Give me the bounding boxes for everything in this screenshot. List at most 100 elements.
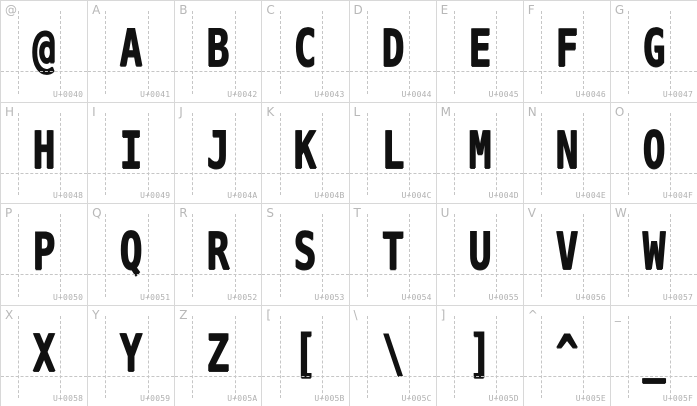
metric-guide-vertical: [192, 112, 194, 195]
baseline-guide: [436, 71, 523, 72]
glyph-cell[interactable]: J J U+004A: [174, 101, 262, 203]
glyph-cell[interactable]: L L U+004C: [348, 101, 436, 203]
glyph-cell[interactable]: Q Q U+0051: [87, 203, 175, 305]
glyph-cell[interactable]: C C U+0043: [261, 0, 349, 102]
baseline-guide: [1, 71, 88, 72]
glyph-cell[interactable]: T T U+0054: [348, 203, 436, 305]
glyph-char-label: N: [527, 104, 537, 119]
glyph-preview: V: [555, 222, 579, 282]
glyph-cell[interactable]: Z Z U+005A: [174, 304, 262, 406]
metric-guide-vertical: [60, 214, 62, 297]
glyph-char-label: L: [353, 104, 361, 119]
metric-guide-vertical: [234, 112, 236, 195]
glyph-char-label: C: [266, 3, 275, 17]
metric-guide-vertical: [583, 315, 585, 398]
glyph-cell[interactable]: B B U+0042: [174, 0, 262, 102]
glyph-cell[interactable]: P P U+0050: [0, 203, 88, 305]
baseline-guide: [88, 274, 175, 275]
glyph-codepoint: U+0041: [140, 89, 171, 99]
glyph-cell[interactable]: O O U+004F: [609, 101, 697, 203]
glyph-cell[interactable]: ]] U+005D: [435, 304, 523, 406]
glyph-preview: ]: [468, 323, 491, 384]
metric-guide-vertical: [670, 214, 672, 297]
metric-guide-vertical: [366, 11, 368, 94]
metric-guide-vertical: [628, 112, 630, 195]
glyph-cell[interactable]: U U U+0055: [435, 203, 523, 305]
metric-guide-vertical: [18, 112, 20, 195]
glyph-char-label: ]: [440, 307, 446, 322]
metric-guide-vertical: [670, 315, 672, 398]
metric-guide-vertical: [496, 315, 498, 398]
metric-guide-vertical: [18, 11, 20, 94]
glyph-cell[interactable]: ^ ^ U+005E: [522, 304, 610, 406]
glyph-cell[interactable]: _ _ U+005F: [609, 304, 697, 406]
glyph-codepoint: U+0043: [314, 89, 345, 99]
glyph-char-label: D: [353, 3, 363, 17]
glyph-cell[interactable]: Y Y U+0059: [87, 304, 175, 406]
glyph-char-label: X: [5, 307, 14, 322]
metric-guide-vertical: [670, 11, 672, 94]
glyph-codepoint: U+004F: [662, 191, 693, 200]
glyph-cell[interactable]: D D U+0044: [348, 0, 436, 102]
metric-guide-vertical: [279, 112, 281, 195]
glyph-char-label: U: [440, 206, 450, 220]
glyph-cell[interactable]: S S U+0053: [261, 203, 349, 305]
glyph-cell[interactable]: V V U+0056: [522, 203, 610, 305]
metric-guide-vertical: [321, 315, 323, 398]
glyph-preview: F: [555, 19, 579, 79]
glyph-char-label: V: [527, 206, 536, 220]
metric-guide-vertical: [321, 11, 323, 94]
metric-guide-vertical: [192, 315, 194, 398]
glyph-cell[interactable]: \ \ U+005C: [348, 304, 436, 406]
glyph-cell[interactable]: @ @ U+0040: [0, 0, 88, 102]
glyph-codepoint: U+0040: [53, 89, 84, 99]
baseline-guide: [88, 375, 175, 377]
glyph-codepoint: U+0049: [140, 191, 171, 200]
baseline-guide: [610, 71, 697, 72]
glyph-codepoint: U+0052: [227, 292, 258, 302]
glyph-codepoint: U+0053: [314, 292, 345, 302]
glyph-cell[interactable]: G G U+0047: [609, 0, 697, 102]
glyph-cell[interactable]: F F U+0046: [522, 0, 610, 102]
glyph-preview: Q: [119, 222, 143, 282]
metric-guide-vertical: [60, 315, 62, 398]
glyph-cell[interactable]: W W U+0057: [609, 203, 697, 305]
glyph-cell[interactable]: N N U+004E: [522, 101, 610, 203]
glyph-codepoint: U+005B: [314, 394, 345, 403]
glyph-preview: S: [294, 222, 317, 282]
glyph-cell[interactable]: I I U+0049: [87, 101, 175, 203]
glyph-codepoint: U+004E: [575, 191, 606, 200]
metric-guide-vertical: [321, 112, 323, 195]
glyph-preview: H: [32, 120, 56, 181]
glyph-char-label: M: [440, 104, 451, 119]
metric-guide-vertical: [279, 214, 281, 297]
glyph-cell[interactable]: X X U+0058: [0, 304, 88, 406]
glyph-cell[interactable]: H H U+0048: [0, 101, 88, 203]
glyph-cell[interactable]: K K U+004B: [261, 101, 349, 203]
metric-guide-vertical: [105, 11, 107, 94]
baseline-guide: [175, 375, 262, 377]
glyph-preview: R: [207, 222, 230, 282]
glyph-cell[interactable]: E E U+0045: [435, 0, 523, 102]
glyph-codepoint: U+0046: [575, 89, 606, 99]
metric-guide-vertical: [192, 214, 194, 297]
metric-guide-vertical: [234, 315, 236, 398]
baseline-guide: [436, 172, 523, 174]
glyph-cell[interactable]: [[U+005B: [261, 304, 349, 406]
glyph-preview: C: [294, 19, 317, 79]
glyph-cell[interactable]: A A U+0041: [87, 0, 175, 102]
metric-guide-vertical: [366, 112, 368, 195]
glyph-preview: W: [642, 222, 666, 282]
glyph-cell[interactable]: R R U+0052: [174, 203, 262, 305]
baseline-guide: [523, 375, 610, 377]
metric-guide-vertical: [583, 112, 585, 195]
glyph-char-label: T: [353, 206, 361, 220]
glyph-preview: L: [381, 120, 404, 181]
glyph-preview: O: [642, 120, 666, 181]
glyph-codepoint: U+004C: [401, 191, 432, 200]
glyph-cell[interactable]: M M U+004D: [435, 101, 523, 203]
metric-guide-vertical: [408, 315, 410, 398]
glyph-codepoint: U+0045: [488, 89, 519, 99]
metric-guide-vertical: [366, 214, 368, 297]
metric-guide-vertical: [408, 11, 410, 94]
